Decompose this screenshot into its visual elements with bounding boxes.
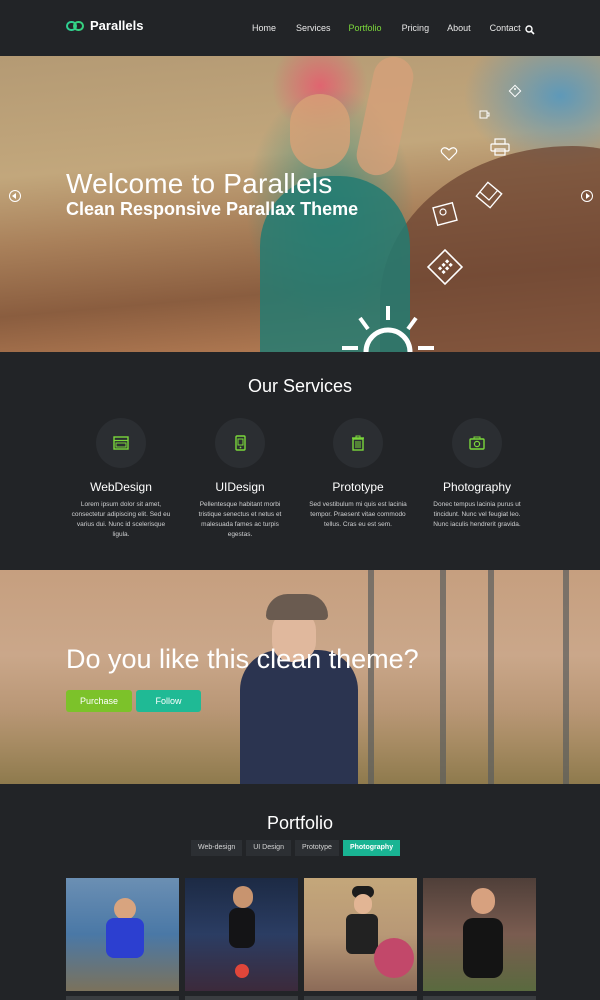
envelope-icon [475,181,503,209]
hero-model [290,94,350,169]
portfolio-item-next-row [66,996,179,1000]
fence-post [488,570,494,784]
camera-icon [469,436,485,450]
service-prototype: Prototype Sed vestibulum mi quis est lac… [298,418,418,530]
mobile-phone-icon [235,435,246,451]
nav-item-pricing[interactable]: Pricing [402,23,430,33]
portfolio-title: Portfolio [266,813,334,833]
main-menu: Home Services Portfolio Pricing About Co… [252,23,521,33]
purchase-button[interactable]: Purchase [66,690,132,712]
portfolio-item-next-row [304,996,417,1000]
service-description: Pellentesque habitant morbi tristique se… [198,501,282,538]
service-title: Prototype [332,480,384,494]
services-section: Our Services WebDesign Lorem ipsum dolor… [0,352,600,570]
heart-icon [440,147,458,161]
portfolio-photo-figure [106,918,144,958]
service-icon-circle [96,418,146,468]
nav-item-contact[interactable]: Contact [490,23,521,33]
trash-bin-icon [352,435,364,451]
portfolio-photo-figure [233,886,253,908]
portfolio-item-next-row [185,996,298,1000]
portfolio-photo-figure [346,914,378,954]
browser-window-icon [113,436,129,450]
sun-icon [342,306,434,352]
service-uidesign: UIDesign Pellentesque habitant morbi tri… [180,418,300,540]
nav-item-portfolio[interactable]: Portfolio [349,23,382,33]
service-photography: Photography Donec tempus lacinia purus u… [417,418,537,530]
fence-post [440,570,446,784]
calculator-icon [426,248,464,286]
filter-prototype[interactable]: Prototype [294,840,339,856]
filter-web-design[interactable]: Web-design [191,840,243,856]
portfolio-item-next-row [423,996,536,1000]
services-title: Our Services [247,376,353,396]
service-description: Sed vestibulum mi quis est lacinia tempo… [309,501,407,528]
cup-icon [479,110,490,119]
slider-prev-button[interactable] [9,190,21,202]
service-title: WebDesign [90,480,152,494]
portfolio-item[interactable] [185,878,298,991]
service-webdesign: WebDesign Lorem ipsum dolor sit amet, co… [61,418,181,540]
portfolio-photo-figure [354,894,372,914]
portfolio-item[interactable] [66,878,179,991]
printer-icon [490,138,510,156]
portfolio-photo-figure [235,964,249,978]
hero-slider: Welcome to Parallels Clean Responsive Pa… [0,56,600,352]
tag-icon [508,84,522,98]
portfolio-photo-figure [463,918,503,978]
service-title: Photography [442,480,512,494]
filter-ui-design[interactable]: UI Design [246,840,291,856]
service-description: Lorem ipsum dolor sit amet, consectetur … [71,501,171,538]
hero-subtitle: Clean Responsive Parallax Theme [66,199,359,219]
portfolio-item[interactable] [304,878,417,991]
search-icon[interactable] [525,22,537,35]
nav-item-home[interactable]: Home [252,23,276,33]
portfolio-photo-figure [114,898,136,920]
follow-button[interactable]: Follow [136,690,201,712]
portfolio-photo-figure [471,888,495,914]
nav-item-services[interactable]: Services [296,23,331,33]
fence-post [368,570,374,784]
hero-title: Welcome to Parallels [66,168,333,199]
nav-item-about[interactable]: About [447,23,471,33]
logo-icon [66,20,84,32]
filter-photography[interactable]: Photography [342,840,401,856]
top-navbar: Parallels Home Services Portfolio Pricin… [0,0,600,56]
portfolio-filters: Web-design UI Design Prototype Photograp… [191,840,401,856]
fence-post [563,570,569,784]
service-icon-circle [452,418,502,468]
portfolio-item[interactable] [423,878,536,991]
hero-model-arm [352,56,418,179]
cta-title: Do you like this clean theme? [66,644,419,674]
slider-next-button[interactable] [581,190,593,202]
photo-icon [432,201,458,227]
brand-name: Parallels [90,18,144,33]
brand[interactable]: Parallels [66,18,144,33]
service-icon-circle [333,418,383,468]
service-icon-circle [215,418,265,468]
service-description: Donec tempus lacinia purus ut tincidunt.… [433,501,521,528]
portfolio-section: Portfolio Web-design UI Design Prototype… [0,784,600,1000]
cta-section: Do you like this clean theme? Purchase F… [0,570,600,784]
service-title: UIDesign [215,480,265,494]
portfolio-photo-figure [229,908,255,948]
portfolio-photo-figure [374,938,414,978]
cta-model-hat [266,594,328,620]
